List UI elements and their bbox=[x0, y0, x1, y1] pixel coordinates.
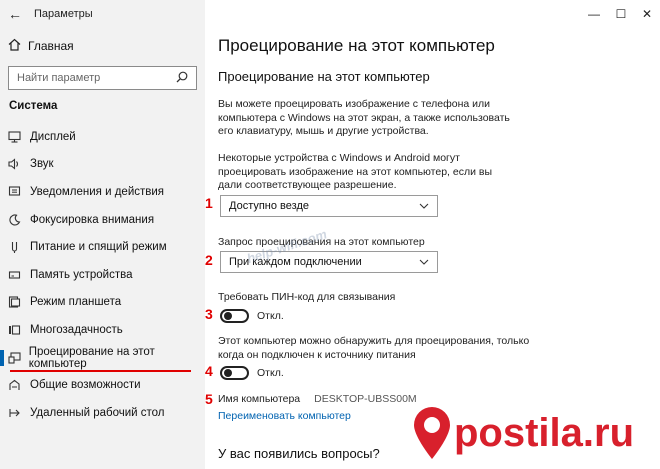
search-placeholder: Найти параметр bbox=[17, 72, 101, 84]
sidebar-item-label: Многозадачность bbox=[30, 323, 123, 336]
postila-brand-text: postila.ru bbox=[454, 410, 635, 455]
intro-text: Вы можете проецировать изображение с тел… bbox=[218, 98, 510, 137]
sidebar-item-label: Питание и спящий режим bbox=[30, 241, 167, 254]
projecting-icon bbox=[8, 351, 29, 364]
sidebar-item-label: Режим планшета bbox=[30, 296, 122, 309]
focus-assist-icon bbox=[8, 213, 30, 226]
pc-name-value: DESKTOP-UBSS00M bbox=[314, 393, 417, 405]
power-toggle-row: Откл. bbox=[220, 366, 284, 380]
sidebar-item-sound[interactable]: Звук bbox=[0, 151, 205, 179]
power-icon bbox=[8, 241, 30, 254]
rename-pc-link[interactable]: Переименовать компьютер bbox=[218, 410, 351, 422]
pin-label: Требовать ПИН-код для связывания bbox=[218, 291, 396, 303]
pc-name-label: Имя компьютера bbox=[218, 393, 301, 405]
sidebar-item-notifications[interactable]: Уведомления и действия bbox=[0, 178, 205, 206]
pin-toggle-row: Откл. bbox=[220, 309, 284, 323]
shared-experiences-icon bbox=[8, 379, 30, 391]
sidebar-item-power[interactable]: Питание и спящий режим bbox=[0, 233, 205, 261]
back-arrow-icon[interactable]: ← bbox=[0, 0, 30, 28]
step-number-3: 3 bbox=[205, 306, 213, 322]
toggle-knob bbox=[224, 312, 232, 320]
home-link[interactable]: Главная bbox=[8, 38, 74, 54]
postila-watermark: postila.ru bbox=[410, 398, 660, 468]
sidebar-item-label: Фокусировка внимания bbox=[30, 213, 155, 226]
sidebar-item-label: Удаленный рабочий стол bbox=[30, 406, 165, 419]
tablet-mode-icon bbox=[8, 296, 30, 308]
sidebar-item-label: Дисплей bbox=[30, 130, 76, 143]
sidebar-item-projecting[interactable]: Проецирование на этот компьютер bbox=[0, 344, 205, 373]
search-input[interactable]: Найти параметр bbox=[8, 66, 197, 90]
page-title: Проецирование на этот компьютер bbox=[218, 36, 495, 55]
pin-toggle[interactable] bbox=[220, 309, 249, 323]
multitasking-icon bbox=[8, 324, 30, 336]
sidebar-item-tablet-mode[interactable]: Режим планшета bbox=[0, 289, 205, 317]
home-label: Главная bbox=[28, 39, 74, 53]
sidebar-item-focus-assist[interactable]: Фокусировка внимания bbox=[0, 206, 205, 234]
power-toggle[interactable] bbox=[220, 366, 249, 380]
step-number-2: 2 bbox=[205, 252, 213, 268]
step-number-5: 5 bbox=[205, 391, 213, 407]
sidebar-item-shared-experiences[interactable]: Общие возможности bbox=[0, 371, 205, 399]
sidebar-item-label: Общие возможности bbox=[30, 379, 141, 392]
remote-desktop-icon bbox=[8, 407, 30, 419]
window-title: Параметры bbox=[34, 8, 93, 20]
sidebar-item-label: Память устройства bbox=[30, 268, 133, 281]
availability-dropdown[interactable]: Доступно везде bbox=[220, 195, 438, 217]
section-title: Проецирование на этот компьютер bbox=[218, 69, 430, 84]
toggle-knob bbox=[224, 369, 232, 377]
sidebar-item-remote-desktop[interactable]: Удаленный рабочий стол bbox=[0, 399, 205, 427]
step-number-4: 4 bbox=[205, 363, 213, 379]
pin-toggle-state: Откл. bbox=[257, 310, 284, 322]
sidebar-nav: Дисплей Звук Уведомления и действия Фоку… bbox=[0, 123, 205, 427]
pc-name-row: Имя компьютера DESKTOP-UBSS00M bbox=[218, 393, 417, 405]
availability-text: Некоторые устройства с Windows и Android… bbox=[218, 152, 493, 191]
display-icon bbox=[8, 131, 30, 143]
sidebar-item-multitasking[interactable]: Многозадачность bbox=[0, 316, 205, 344]
sidebar-item-label: Уведомления и действия bbox=[30, 185, 165, 198]
chevron-down-icon bbox=[419, 257, 429, 268]
sound-icon bbox=[8, 158, 30, 171]
power-text: Этот компьютер можно обнаружить для прое… bbox=[218, 335, 530, 361]
power-toggle-state: Откл. bbox=[257, 367, 284, 379]
search-icon[interactable] bbox=[176, 71, 188, 86]
notifications-icon bbox=[8, 186, 30, 198]
storage-icon bbox=[8, 269, 30, 281]
section-title: Система bbox=[9, 100, 58, 112]
step-number-1: 1 bbox=[205, 195, 213, 211]
sidebar: Главная Найти параметр Система Дисплей З… bbox=[0, 0, 205, 469]
sidebar-item-storage[interactable]: Память устройства bbox=[0, 261, 205, 289]
chevron-down-icon bbox=[419, 201, 429, 212]
map-pin-icon bbox=[410, 405, 454, 461]
active-indicator bbox=[0, 349, 4, 366]
sidebar-item-display[interactable]: Дисплей bbox=[0, 123, 205, 151]
questions-title: У вас появились вопросы? bbox=[218, 446, 380, 461]
sidebar-item-label: Звук bbox=[30, 158, 54, 171]
sidebar-item-label: Проецирование на этот компьютер bbox=[28, 345, 155, 370]
availability-value: Доступно везде bbox=[229, 200, 309, 212]
home-icon bbox=[8, 38, 28, 54]
